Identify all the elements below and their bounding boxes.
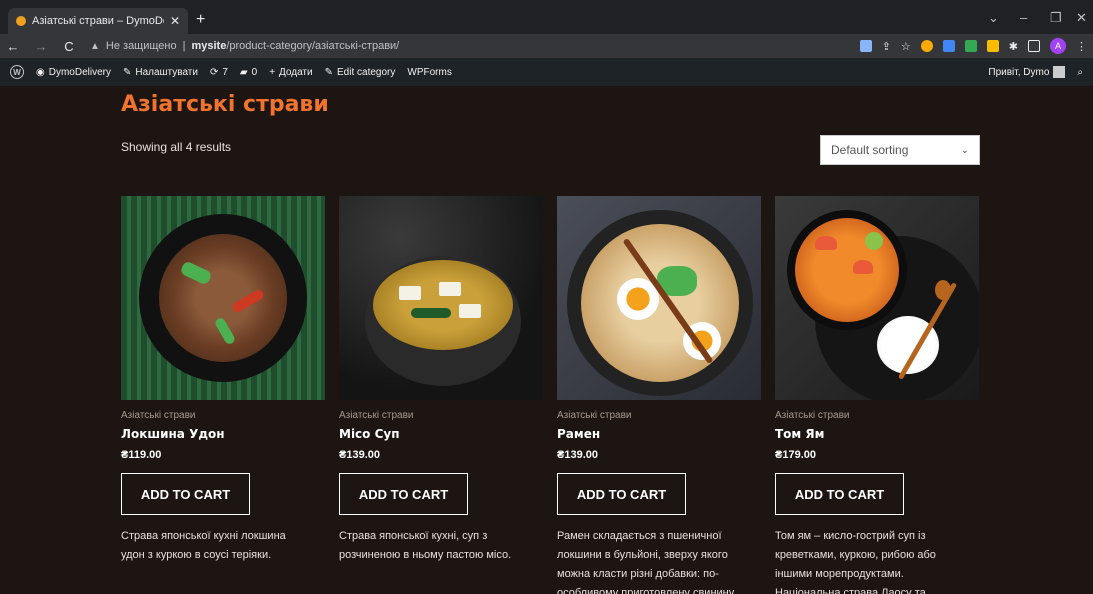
translate-icon[interactable] <box>859 40 872 52</box>
pencil-icon: ✎ <box>324 66 333 78</box>
product-name[interactable]: Том Ям <box>775 427 979 441</box>
product-description: Рамен складається з пшеничної локшини в … <box>557 530 735 594</box>
product-category[interactable]: Азіатські страви <box>339 410 543 421</box>
product-price: ₴179.00 <box>775 449 816 461</box>
updates-icon: ⟳ <box>209 66 219 78</box>
minimize-icon[interactable]: – <box>1020 10 1027 25</box>
product-price: ₴139.00 <box>557 449 598 461</box>
admin-comments-link[interactable]: ▰ 0 <box>240 67 257 78</box>
search-icon[interactable]: ⌕ <box>1077 67 1083 78</box>
warning-icon: ▲ <box>90 40 100 52</box>
extension-icon[interactable] <box>920 40 933 52</box>
brush-icon: ✎ <box>122 66 132 78</box>
product-price: ₴139.00 <box>339 449 380 461</box>
admin-new-link[interactable]: + Додати <box>269 67 312 78</box>
url-host: mysite <box>191 40 227 52</box>
wordpress-logo-icon[interactable]: W <box>10 65 24 79</box>
profile-avatar[interactable]: A <box>1050 38 1066 54</box>
dashboard-icon: ◉ <box>36 66 45 78</box>
tab-close-icon[interactable]: ✕ <box>170 14 180 28</box>
admin-customize-link[interactable]: ✎ Налаштувати <box>123 67 198 78</box>
back-icon[interactable]: ← <box>6 39 20 54</box>
product-name[interactable]: Рамен <box>557 427 761 441</box>
address-bar-row: ← → C ▲ Не защищено | mysite/product-cat… <box>0 34 1093 58</box>
url-field[interactable]: ▲ Не защищено | mysite/product-category/… <box>90 40 846 52</box>
add-to-cart-button[interactable]: ADD TO CART <box>775 473 904 515</box>
menu-icon[interactable]: ⋮ <box>1076 40 1087 53</box>
chevron-down-icon: ⌄ <box>960 144 969 156</box>
favicon-icon <box>16 16 26 26</box>
extensions-puzzle-icon[interactable]: ✱ <box>1009 40 1018 53</box>
bookmark-icon[interactable]: ☆ <box>901 40 911 53</box>
admin-wpforms-link[interactable]: WPForms <box>407 67 451 78</box>
result-count: Showing all 4 results <box>121 140 232 154</box>
admin-edit-category-link[interactable]: ✎ Edit category <box>325 67 396 78</box>
plus-icon: + <box>269 66 276 78</box>
maximize-icon[interactable]: ❐ <box>1050 10 1062 26</box>
forward-icon[interactable]: → <box>34 39 48 54</box>
add-to-cart-button[interactable]: ADD TO CART <box>557 473 686 515</box>
url-security-label: Не защищено <box>105 40 177 52</box>
wp-admin-bar: W ◉ DymoDelivery ✎ Налаштувати ⟳ 7 ▰ 0 + Дода… <box>0 58 1093 86</box>
extension-icon[interactable] <box>986 40 999 52</box>
reload-icon[interactable]: C <box>62 39 76 54</box>
product-grid: Азіатські страви Локшина Удон ₴119.00 AD… <box>121 196 979 594</box>
page-content: Азіатські страви Showing all 4 results D… <box>0 86 1093 594</box>
product-card: Азіатські страви Локшина Удон ₴119.00 AD… <box>121 196 325 594</box>
product-description: Том ям – кисло-гострий суп із креветками… <box>775 530 936 594</box>
comment-icon: ▰ <box>239 66 248 78</box>
product-category[interactable]: Азіатські страви <box>775 410 979 421</box>
product-card: Азіатські страви Місо Суп ₴139.00 ADD TO… <box>339 196 543 594</box>
sorting-select[interactable]: Default sorting ⌄ <box>820 135 980 165</box>
extension-icon[interactable] <box>942 40 955 52</box>
share-icon[interactable]: ⇪ <box>882 40 891 53</box>
url-path: /product-category/азіатські-страви/ <box>226 40 400 52</box>
admin-updates-link[interactable]: ⟳ 7 <box>210 67 228 78</box>
browser-tab[interactable]: Азіатські страви – DymoDelivery ✕ <box>8 8 188 34</box>
product-price: ₴119.00 <box>121 449 162 461</box>
extensions-area: ⇪ ☆ ✱ A ⋮ <box>859 38 1087 54</box>
window-close-icon[interactable]: ✕ <box>1076 10 1087 26</box>
admin-site-link[interactable]: ◉ DymoDelivery <box>36 67 111 78</box>
add-to-cart-button[interactable]: ADD TO CART <box>339 473 468 515</box>
new-tab-button[interactable]: + <box>196 12 205 28</box>
product-description: Страва японської кухні, суп з розчиненою… <box>339 530 512 561</box>
product-description: Страва японської кухні локшина удон з ку… <box>121 530 286 561</box>
tab-search-icon[interactable]: ⌄ <box>988 10 999 26</box>
product-image-ramen[interactable] <box>557 196 761 400</box>
avatar <box>1053 66 1066 78</box>
product-image-miso[interactable] <box>339 196 543 400</box>
browser-tabbar: Азіатські страви – DymoDelivery ✕ + ⌄ – … <box>0 0 1093 34</box>
product-card: Азіатські страви Том Ям ₴179.00 ADD TO C… <box>775 196 979 594</box>
admin-account-link[interactable]: Привіт, Dymo <box>988 66 1066 78</box>
product-name[interactable]: Локшина Удон <box>121 427 325 441</box>
product-category[interactable]: Азіатські страви <box>557 410 761 421</box>
add-to-cart-button[interactable]: ADD TO CART <box>121 473 250 515</box>
product-category[interactable]: Азіатські страви <box>121 410 325 421</box>
page-title: Азіатські страви <box>121 92 329 117</box>
product-name[interactable]: Місо Суп <box>339 427 543 441</box>
extension-icon[interactable] <box>964 40 977 52</box>
product-image-tom-yam[interactable] <box>775 196 979 400</box>
tab-title: Азіатські страви – DymoDelivery <box>32 15 164 27</box>
product-card: Азіатські страви Рамен ₴139.00 ADD TO CA… <box>557 196 761 594</box>
product-image-udon[interactable] <box>121 196 325 400</box>
sidepanel-icon[interactable] <box>1028 40 1040 52</box>
